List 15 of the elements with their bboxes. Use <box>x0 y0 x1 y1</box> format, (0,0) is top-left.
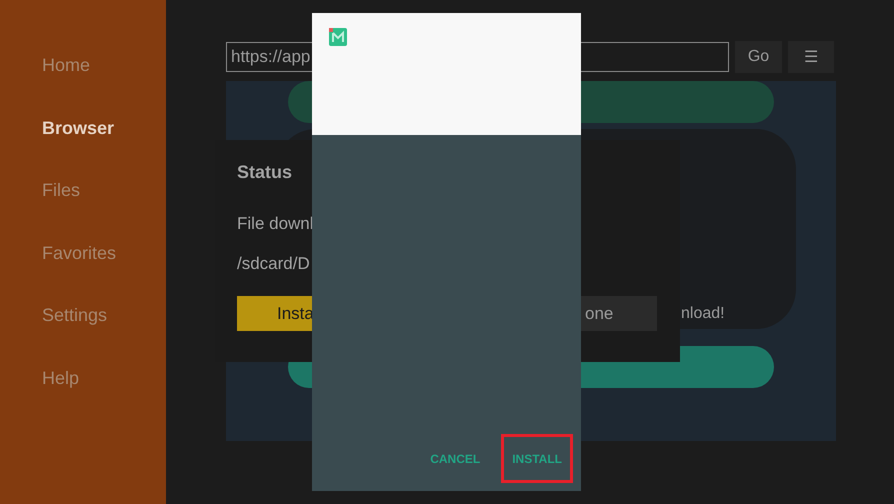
page-text: nload! <box>681 305 725 323</box>
nav-item[interactable]: Browser <box>0 112 166 176</box>
status-text: File downl <box>237 214 315 235</box>
cancel-button[interactable]: CANCEL <box>419 434 492 483</box>
install-button[interactable]: INSTALL <box>501 434 573 483</box>
status-text: /sdcard/D <box>237 254 311 275</box>
nav-item[interactable]: Favorites <box>0 238 166 300</box>
nav-item[interactable]: Settings <box>0 300 166 363</box>
nav-item[interactable]: Help <box>0 362 166 426</box>
menu-button[interactable]: ☰ <box>788 41 834 73</box>
app-icon <box>329 28 347 46</box>
nav-item[interactable]: Files <box>0 175 166 238</box>
dialog-title: Status <box>237 162 294 184</box>
nav-item[interactable]: Home <box>0 50 166 113</box>
go-button[interactable]: Go <box>735 41 782 73</box>
